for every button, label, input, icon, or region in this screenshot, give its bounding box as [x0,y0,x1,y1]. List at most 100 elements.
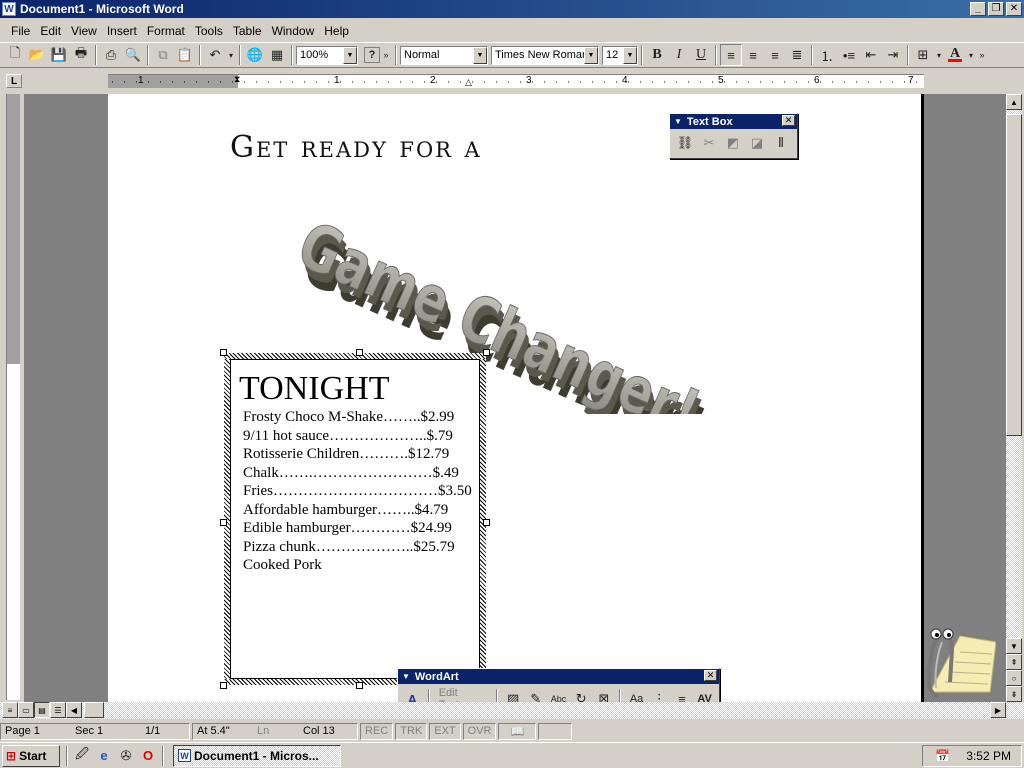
heading-text[interactable]: Get ready for a [230,130,482,165]
normal-view-icon[interactable]: ≡ [2,702,18,718]
justify-icon[interactable]: ≣ [786,44,808,66]
status-ext[interactable]: EXT [429,722,461,740]
start-button[interactable]: ⊞ Start [2,744,60,767]
wordart-toolbar-titlebar[interactable]: ▼ WordArt ✕ [398,669,719,684]
numbering-icon[interactable]: ⒈ [816,44,838,66]
previous-page-icon[interactable]: ⇞ [1006,654,1022,670]
show-desktop-icon[interactable]: 🖉 [71,745,93,767]
align-left-icon[interactable]: ≡ [720,44,742,66]
zoom-combo[interactable]: 100% ▼ [296,45,358,65]
document-page[interactable]: Get ready for a Game Changer! Game Chang… [108,94,924,702]
text-box-content[interactable]: TONIGHT Frosty Choco M-Shake……..$2.99 9/… [230,359,480,679]
undo-icon[interactable]: ↶ [204,44,226,66]
select-browse-object-icon[interactable]: ○ [1006,670,1022,686]
web-globe-icon[interactable]: 🌐 [244,44,266,66]
resize-handle[interactable] [483,349,490,356]
bullets-icon[interactable]: •≡ [838,44,860,66]
chevron-down-icon[interactable]: ▼ [674,117,682,126]
font-color-icon[interactable]: A [944,44,966,66]
chevron-down-icon[interactable]: ▼ [402,672,410,681]
horizontal-ruler[interactable]: 1 1 2 3 4 5 6 7 ⧗ △ [108,74,924,88]
text-box-toolbar-titlebar[interactable]: ▼ Text Box ✕ [670,114,797,129]
status-rec[interactable]: REC [360,722,394,740]
tables-borders-icon[interactable]: ▦ [266,44,288,66]
text-direction-icon[interactable]: ⫴ [770,132,792,154]
scroll-left-icon[interactable]: ◀ [66,702,82,718]
bold-icon[interactable]: B [646,44,668,66]
menu-tools[interactable]: Tools [190,24,228,38]
chevron-down-icon[interactable]: ▼ [623,46,637,64]
vertical-ruler[interactable] [6,94,20,700]
align-right-icon[interactable]: ≡ [764,44,786,66]
align-center-icon[interactable]: ≡ [742,44,764,66]
channels-icon[interactable]: ✇ [115,745,137,767]
close-button[interactable]: ✕ [1006,2,1022,16]
print-layout-icon[interactable]: ▤ [34,702,50,718]
copy-icon[interactable]: ⧉ [152,44,174,66]
text-box[interactable]: TONIGHT Frosty Choco M-Shake……..$2.99 9/… [220,349,490,689]
tab-selector[interactable]: L [6,74,22,88]
chevron-down-icon[interactable]: ▼ [343,46,357,64]
resize-handle[interactable] [220,349,227,356]
office-assistant-clippy[interactable] [900,612,996,700]
borders-icon[interactable]: ⊞ [912,44,934,66]
decrease-indent-icon[interactable]: ⇤ [860,44,882,66]
status-trk[interactable]: TRK [395,722,428,740]
menu-view[interactable]: View [66,24,102,38]
menu-format[interactable]: Format [142,24,190,38]
clock[interactable]: 3:52 PM [966,749,1011,763]
more-buttons-icon[interactable]: » [380,44,392,66]
save-icon[interactable]: 💾 [48,44,70,66]
next-textbox-icon[interactable]: ◪ [746,132,768,154]
print-icon[interactable]: ⎙ [100,44,122,66]
break-link-icon[interactable]: ✂ [698,132,720,154]
new-document-icon[interactable]: 🗋 [4,44,26,66]
resize-handle[interactable] [356,682,363,689]
vertical-scrollbar[interactable]: ▲ ▼ ⇞ ○ ⇟ [1006,94,1022,702]
open-folder-icon[interactable]: 📂 [26,44,48,66]
help-button[interactable]: ? [364,47,380,63]
style-combo[interactable]: Normal ▼ [400,45,488,65]
undo-dropdown-icon[interactable]: ▾ [226,44,236,66]
resize-handle[interactable] [220,519,227,526]
chevron-down-icon[interactable]: ▾ [934,44,944,66]
word-app-icon[interactable]: W [2,2,16,16]
status-position[interactable]: At 5.4" Ln Col 13 [192,722,358,740]
internet-explorer-icon[interactable]: e [93,745,115,767]
restore-button[interactable]: ❐ [988,2,1004,16]
spelling-status-icon[interactable]: 📖 [498,722,537,740]
indent-marker-icon[interactable]: ⧗ [234,74,240,85]
menu-file[interactable]: File [6,24,35,38]
scroll-thumb[interactable] [1006,114,1022,436]
scroll-down-icon[interactable]: ▼ [1006,638,1022,654]
resize-handle[interactable] [356,349,363,356]
resize-handle[interactable] [220,682,227,689]
next-page-icon[interactable]: ⇟ [1006,686,1022,702]
chevron-down-icon[interactable]: ▼ [473,46,487,64]
close-icon[interactable]: ✕ [782,115,795,126]
menu-edit[interactable]: Edit [35,24,66,38]
link-icon[interactable]: ⛓ [674,132,696,154]
preview-icon[interactable]: 🔍 [122,44,144,66]
menu-help[interactable]: Help [319,24,354,38]
chevron-down-icon[interactable]: ▾ [966,44,976,66]
scroll-right-icon[interactable]: ▶ [990,702,1006,718]
right-indent-marker-icon[interactable]: △ [465,77,472,88]
status-page-info[interactable]: Page 1 Sec 1 1/1 [0,722,190,740]
outline-view-icon[interactable]: ☰ [50,702,66,718]
web-layout-icon[interactable]: ▭ [18,702,34,718]
menu-insert[interactable]: Insert [102,24,142,38]
menu-table[interactable]: Table [228,24,267,38]
chevron-down-icon[interactable]: ▼ [584,46,598,64]
previous-textbox-icon[interactable]: ◩ [722,132,744,154]
increase-indent-icon[interactable]: ⇥ [882,44,904,66]
font-size-combo[interactable]: 12 ▼ [602,45,638,65]
taskbar-word-document[interactable]: W Document1 - Micros... [173,744,341,767]
menu-window[interactable]: Window [267,24,320,38]
resize-handle[interactable] [483,519,490,526]
print-preview-icon[interactable]: 🖶 [70,44,92,66]
underline-icon[interactable]: U [690,44,712,66]
status-ovr[interactable]: OVR [462,722,497,740]
opera-icon[interactable]: O [137,745,159,767]
horizontal-scrollbar[interactable]: ≡ ▭ ▤ ☰ ◀ ▶ [0,702,1024,719]
